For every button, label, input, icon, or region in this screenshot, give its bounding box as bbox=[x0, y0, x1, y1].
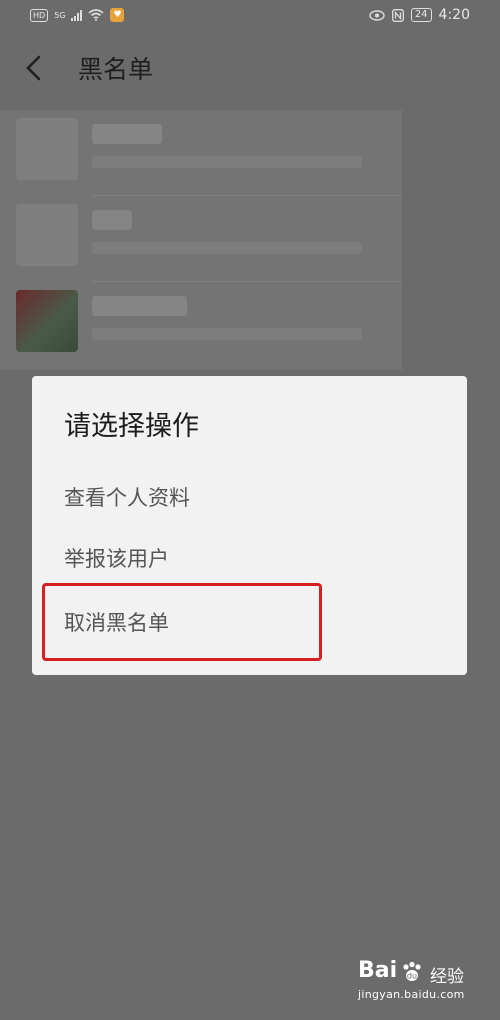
blurred-name bbox=[92, 296, 187, 316]
app-notification-icon: ♥ bbox=[110, 8, 125, 22]
avatar bbox=[16, 204, 78, 266]
list-item[interactable] bbox=[0, 282, 402, 368]
watermark-url: jingyan.baidu.com bbox=[358, 988, 465, 1001]
eye-icon bbox=[369, 9, 385, 21]
chevron-left-icon[interactable] bbox=[22, 54, 46, 82]
svg-text:du: du bbox=[407, 972, 417, 981]
wifi-icon bbox=[88, 9, 105, 21]
highlight-box bbox=[42, 583, 322, 661]
avatar bbox=[16, 118, 78, 180]
clock: 4:20 bbox=[438, 7, 470, 23]
blocked-user-list bbox=[0, 110, 402, 370]
page-title: 黑名单 bbox=[78, 55, 154, 84]
list-item[interactable] bbox=[0, 196, 402, 282]
blurred-subtitle bbox=[92, 328, 362, 340]
status-bar: HD 5G ♥ 24 4:20 bbox=[0, 0, 500, 34]
baidu-jingyan-watermark: Bai du 经验 jingyan.baidu.com bbox=[356, 958, 476, 1006]
blurred-name bbox=[92, 124, 162, 144]
paw-icon: du bbox=[403, 961, 421, 981]
watermark-logo-text: Bai bbox=[358, 958, 398, 983]
watermark-product-text: 经验 bbox=[430, 967, 464, 987]
top-app-bar: 黑名单 bbox=[0, 40, 500, 96]
list-item[interactable] bbox=[0, 110, 402, 196]
blurred-name bbox=[92, 210, 132, 230]
dialog-title: 请选择操作 bbox=[64, 411, 199, 442]
blurred-subtitle bbox=[92, 242, 362, 254]
select-action-dialog: 请选择操作 查看个人资料 举报该用户 取消黑名单 bbox=[32, 376, 467, 675]
avatar bbox=[16, 290, 78, 352]
hd-badge: HD bbox=[30, 8, 49, 22]
report-user-option[interactable]: 举报该用户 bbox=[64, 543, 169, 573]
blurred-subtitle bbox=[92, 156, 362, 168]
battery-indicator: 24 bbox=[410, 8, 432, 22]
nfc-icon bbox=[391, 8, 404, 22]
network-type: 5G bbox=[54, 10, 66, 20]
view-profile-option[interactable]: 查看个人资料 bbox=[64, 482, 190, 512]
signal-icon bbox=[71, 9, 83, 21]
